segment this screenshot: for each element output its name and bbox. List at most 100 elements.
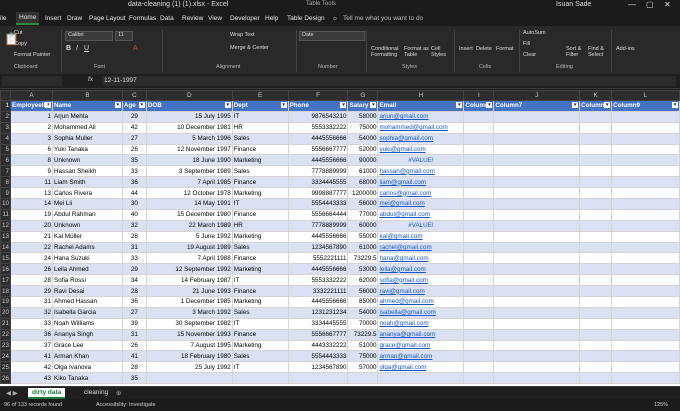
header-name[interactable]: ▾ Name	[52, 100, 123, 112]
cell-email[interactable]: sofia@gmail.com	[377, 274, 465, 287]
cell-salary[interactable]: 61000	[347, 241, 379, 254]
cell-name[interactable]: Arman Khan	[52, 350, 123, 363]
cell-dob[interactable]: 14 February 1987	[145, 274, 233, 287]
prev-sheet-icon[interactable]: ◀ ▶	[2, 388, 22, 398]
cell-name[interactable]: Carlos Rivera	[52, 187, 123, 200]
cell-empty[interactable]	[579, 230, 613, 243]
cut-button[interactable]: Cut	[14, 30, 23, 36]
cell-empty[interactable]	[611, 121, 680, 134]
row-number[interactable]: 1	[0, 100, 12, 112]
cell-dept[interactable]: Sales	[231, 350, 289, 363]
cell-dept[interactable]: Finance	[231, 328, 289, 341]
cell-dob[interactable]: 15 July 1995	[145, 110, 233, 123]
cell-empty[interactable]	[611, 296, 680, 308]
cell-dob[interactable]: 12 October 1978	[145, 187, 233, 200]
fill-button[interactable]: Fill	[523, 41, 530, 47]
cell-dob[interactable]: 15 December 1980	[145, 208, 233, 221]
cell-phone[interactable]: 7778889999	[287, 165, 349, 178]
cell-name[interactable]: Kiko Tanaka	[52, 372, 123, 385]
tab-insert[interactable]: Insert	[45, 15, 61, 22]
cell-name[interactable]: Mei Lii	[52, 198, 123, 210]
merge-center-button[interactable]: Merge & Center	[230, 45, 269, 51]
cell-empty[interactable]	[493, 121, 581, 134]
cell-salary[interactable]: 53000	[347, 263, 379, 276]
cell-empty[interactable]	[579, 241, 613, 254]
cell-id[interactable]: 43	[10, 372, 53, 385]
underline-button[interactable]: U	[84, 45, 89, 52]
tab-page-layout[interactable]: Page Layout	[89, 15, 126, 22]
row-number[interactable]: 2	[0, 110, 12, 123]
sort-filter-button[interactable]: Sort & Filter	[566, 46, 586, 58]
cell-empty[interactable]	[493, 263, 581, 276]
cell-empty[interactable]	[463, 187, 495, 200]
cell-salary[interactable]: 56000	[347, 285, 379, 298]
cell-styles-button[interactable]: Cell Styles	[431, 46, 449, 58]
column-header[interactable]: D	[145, 90, 233, 101]
cell-age[interactable]: 26	[121, 143, 147, 156]
cell-empty[interactable]	[611, 230, 680, 243]
cell-salary[interactable]: 60000	[347, 219, 379, 232]
tab-view[interactable]: View	[208, 15, 222, 22]
cell-id[interactable]: 41	[10, 350, 53, 363]
cell-name[interactable]: Noah Williams	[52, 317, 123, 330]
cell-empty[interactable]	[611, 154, 680, 167]
formula-input[interactable]: 12-11-1997	[102, 76, 676, 86]
cell-dob[interactable]: 12 November 1997	[145, 143, 233, 156]
cell-name[interactable]: Sofia Rossi	[52, 274, 123, 287]
row-number[interactable]: 16	[0, 263, 12, 276]
cell-name[interactable]: Liam Smith	[52, 176, 123, 189]
cell-phone[interactable]: 5553332222	[287, 121, 349, 134]
cell-phone[interactable]: 5556667777	[287, 328, 349, 341]
close-button[interactable]: ✕	[664, 0, 671, 9]
cell-dept[interactable]: Marketing	[231, 187, 289, 200]
cell-phone[interactable]	[287, 372, 349, 385]
cell-age[interactable]: 26	[121, 339, 147, 352]
italic-button[interactable]: I	[76, 45, 78, 52]
column-header[interactable]: J	[493, 90, 581, 101]
cell-salary[interactable]: 70000	[347, 317, 379, 330]
filter-dropdown-icon[interactable]: ▾	[672, 102, 678, 109]
cell-empty[interactable]	[579, 154, 613, 167]
cell-empty[interactable]	[493, 296, 581, 308]
cell-dept[interactable]: Finance	[231, 176, 289, 189]
cell-email[interactable]: sophia@gmail.com	[377, 132, 465, 145]
cell-id[interactable]: 26	[10, 263, 53, 276]
cell-empty[interactable]	[493, 306, 581, 319]
copy-button[interactable]: Copy	[14, 41, 27, 47]
cell-email[interactable]: yuki@gmail.com	[377, 143, 465, 156]
cell-name[interactable]: Ananya Singh	[52, 328, 123, 341]
cell-empty[interactable]	[463, 121, 495, 134]
cell-name[interactable]: Unknown	[52, 154, 123, 167]
tab-help[interactable]: Help	[265, 15, 278, 22]
cell-phone[interactable]: 5556664444	[287, 208, 349, 221]
cell-dept[interactable]: HR	[231, 219, 289, 232]
cell-phone[interactable]: 5554443333	[287, 350, 349, 363]
cell-phone[interactable]: 3334445555	[287, 317, 349, 330]
cell-empty[interactable]	[493, 350, 581, 363]
cell-name[interactable]: Ravi Desai	[52, 285, 123, 298]
cell-phone[interactable]: 5552221111	[287, 252, 349, 265]
cell-age[interactable]: 30	[121, 198, 147, 210]
cell-empty[interactable]	[579, 187, 613, 200]
cell-empty[interactable]	[493, 241, 581, 254]
cell-empty[interactable]	[463, 230, 495, 243]
cell-age[interactable]: 35	[121, 154, 147, 167]
add-sheet-icon[interactable]: ⊕	[112, 388, 125, 398]
function-icon[interactable]: fx	[88, 76, 93, 83]
tab-developer[interactable]: Developer	[230, 15, 260, 22]
cell-email[interactable]: hassan@gmail.com	[377, 165, 465, 178]
cell-dob[interactable]: 19 August 1989	[145, 241, 233, 254]
cell-empty[interactable]	[579, 198, 613, 210]
cell-name[interactable]: Isabella Garcia	[52, 306, 123, 319]
cell-empty[interactable]	[579, 285, 613, 298]
cell-email[interactable]	[377, 372, 465, 385]
cell-empty[interactable]	[611, 339, 680, 352]
column-header[interactable]: B	[52, 90, 123, 101]
cell-age[interactable]: 28	[121, 230, 147, 243]
cell-id[interactable]: 22	[10, 241, 53, 254]
cell-age[interactable]: 34	[121, 274, 147, 287]
cell-salary[interactable]: 54000	[347, 132, 379, 145]
cell-age[interactable]: 36	[121, 296, 147, 308]
header-column[interactable]: ▾ Column	[579, 100, 613, 112]
select-all-corner[interactable]	[0, 90, 12, 101]
